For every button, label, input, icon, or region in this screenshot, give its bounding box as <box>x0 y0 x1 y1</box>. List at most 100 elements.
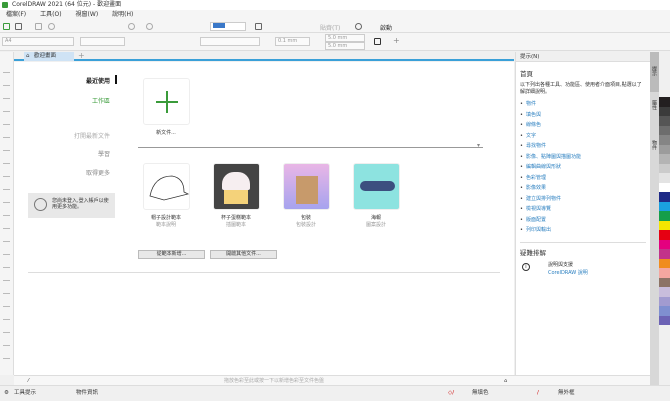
page-dimension-field[interactable] <box>80 37 125 46</box>
snap-dropdown[interactable]: 貼齊(T) <box>320 23 340 32</box>
template-subtitle: 插圖範本 <box>225 222 246 228</box>
color-swatch[interactable] <box>659 116 670 126</box>
color-swatch[interactable] <box>659 144 670 154</box>
color-swatch[interactable] <box>659 239 670 249</box>
nav-get-more[interactable]: 取得更多 <box>86 168 110 177</box>
save-icon[interactable] <box>35 23 42 30</box>
color-swatch[interactable] <box>659 249 670 259</box>
color-swatch[interactable] <box>659 268 670 278</box>
hint-link[interactable]: 物件 <box>516 99 650 110</box>
tool-icons[interactable] <box>3 64 10 364</box>
new-document-tile[interactable] <box>143 78 190 125</box>
color-swatch[interactable] <box>659 277 670 287</box>
color-swatch[interactable] <box>659 220 670 230</box>
hint-link[interactable]: 建立與排列物件 <box>516 194 650 205</box>
add-icon[interactable]: + <box>393 36 400 45</box>
sign-in-promo[interactable]: 您尚未登入,登入帳戶以使用更多功能。 <box>28 193 115 218</box>
hint-link[interactable]: 尋找物件 <box>516 141 650 152</box>
open-icon[interactable] <box>15 23 22 30</box>
hint-link[interactable]: 列印與輸出 <box>516 225 650 236</box>
color-swatch[interactable] <box>659 211 670 221</box>
nudge-field[interactable]: 0.1 mm <box>275 37 310 46</box>
hint-link[interactable]: 文字 <box>516 131 650 142</box>
chevron-down-icon[interactable]: ▾ <box>477 142 480 149</box>
hint-link[interactable]: 影像、點陣圖與描圖功能 <box>516 152 650 163</box>
color-swatch[interactable] <box>659 287 670 297</box>
color-swatch[interactable] <box>659 154 670 164</box>
menu-help[interactable]: 說明(H) <box>112 10 133 20</box>
nav-open-recent[interactable]: 打開最新文件 <box>74 131 110 140</box>
hint-link[interactable]: 線條色 <box>516 120 650 131</box>
hint-link[interactable]: 影像效果 <box>516 183 650 194</box>
troubleshoot-title: 疑難排解 <box>520 248 546 257</box>
menu-file[interactable]: 檔案(F) <box>6 10 26 20</box>
tab-objects[interactable]: 物件 <box>650 132 659 172</box>
template-tile-package[interactable] <box>283 163 330 210</box>
redo-icon[interactable] <box>146 23 153 30</box>
cloud-icon[interactable] <box>48 23 55 30</box>
template-tile-poster[interactable] <box>353 163 400 210</box>
document-palette: ⁄ 拖放色彩至此或按一下以新增色彩至文件色盤 ⌂ <box>14 375 650 385</box>
paper-size-select[interactable]: A4 <box>2 37 74 46</box>
template-tile-cupcake[interactable] <box>213 163 260 210</box>
hint-link[interactable]: 編輯曲線與形狀 <box>516 162 650 173</box>
page-frame-icon[interactable] <box>374 38 381 45</box>
divider <box>138 147 483 148</box>
hint-link[interactable]: 填色與 <box>516 110 650 121</box>
docker-header: 提示(N) <box>516 52 650 62</box>
nav-recent[interactable]: 最近使用 <box>86 76 110 85</box>
active-nav-indicator <box>115 75 117 84</box>
hint-link[interactable]: 版面配置 <box>516 215 650 226</box>
menu-window[interactable]: 視窗(W) <box>76 10 99 20</box>
color-swatch[interactable] <box>659 192 670 202</box>
docker-description: 以下列出各種工具、功能區、使用者介面項目,點選以了解詳細說明。 <box>520 82 642 95</box>
color-swatch[interactable] <box>659 182 670 192</box>
new-from-template-button[interactable]: 從範本新增... <box>138 250 205 259</box>
status-bar: ⚙ 工具提示 物件資訊 ◇/ 無填色 / 無外框 <box>0 385 670 400</box>
color-swatch[interactable] <box>659 201 670 211</box>
color-swatch[interactable] <box>659 97 670 107</box>
template-title: 海報 <box>370 215 381 221</box>
color-swatch[interactable] <box>659 258 670 268</box>
tab-properties[interactable]: 屬性 <box>650 92 659 132</box>
hint-link[interactable]: 檢視與導覽 <box>516 204 650 215</box>
color-swatch[interactable] <box>659 173 670 183</box>
color-swatch[interactable] <box>659 315 670 325</box>
duplicate-x-field[interactable]: 5.0 mm <box>325 34 365 42</box>
duplicate-y-field[interactable]: 5.0 mm <box>325 42 365 50</box>
new-tab-icon[interactable]: + <box>78 51 85 60</box>
tool-hint: 工具提示 <box>14 390 37 396</box>
nav-learn[interactable]: 學習 <box>98 149 110 158</box>
options-gear-icon[interactable] <box>355 23 362 30</box>
color-swatch[interactable] <box>659 306 670 316</box>
tab-hints[interactable]: 提示 <box>650 52 659 92</box>
full-screen-icon[interactable] <box>255 23 262 30</box>
color-swatch[interactable] <box>659 163 670 173</box>
color-swatch[interactable] <box>659 230 670 240</box>
nav-workspace[interactable]: 工作區 <box>92 96 110 105</box>
units-select[interactable] <box>200 37 260 46</box>
info-icon: i <box>522 262 530 271</box>
template-subtitle: 包裝設計 <box>295 222 316 228</box>
title-bar: CorelDRAW 2021 (64 位元) - 歡迎畫面 <box>0 0 670 10</box>
open-other-button[interactable]: 開啟其他文件... <box>210 250 277 259</box>
new-icon[interactable] <box>3 23 10 30</box>
window-title: CorelDRAW 2021 (64 位元) - 歡迎畫面 <box>12 1 122 8</box>
template-title: 杯子蛋糕範本 <box>220 215 251 221</box>
tab-welcome[interactable]: ⌂ 歡迎畫面 <box>24 52 74 61</box>
launch-dropdown[interactable]: 啟動 <box>380 23 392 32</box>
color-swatch[interactable] <box>659 296 670 306</box>
menu-tools[interactable]: 工具(O) <box>40 10 61 20</box>
template-subtitle: 範本說明 <box>155 222 176 228</box>
fill-none-icon[interactable]: ◇/ <box>448 386 454 401</box>
docker-tabs: 提示 屬性 物件 <box>650 52 659 385</box>
help-link[interactable]: CorelDRAW 說明 <box>548 269 588 276</box>
template-tile-cap[interactable] <box>143 163 190 210</box>
color-swatch[interactable] <box>659 106 670 116</box>
hint-link[interactable]: 色彩管理 <box>516 173 650 184</box>
outline-none-icon[interactable]: / <box>537 386 539 401</box>
undo-icon[interactable] <box>128 23 135 30</box>
hints-docker: 提示(N) 首頁 以下列出各種工具、功能區、使用者介面項目,點選以了解詳細說明。… <box>515 52 650 385</box>
color-swatch[interactable] <box>659 125 670 135</box>
color-swatch[interactable] <box>659 135 670 145</box>
